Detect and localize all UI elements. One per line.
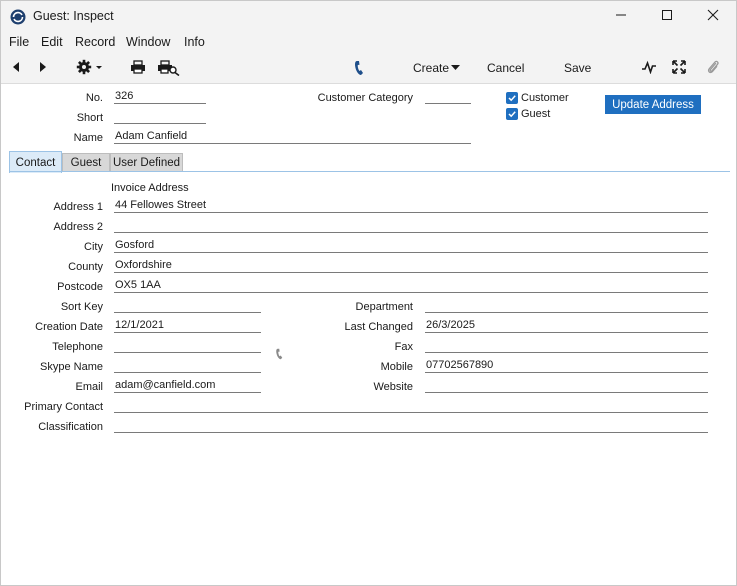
- menu-record[interactable]: Record: [75, 35, 115, 49]
- website-label: Website: [373, 381, 413, 393]
- address2-label: Address 2: [53, 221, 103, 233]
- no-field[interactable]: 326: [114, 90, 206, 104]
- toolbar: Create Cancel Save: [1, 52, 736, 84]
- chevron-down-icon[interactable]: [450, 64, 460, 70]
- postcode-field[interactable]: OX5 1AA: [114, 279, 708, 293]
- guest-checkbox-label: Guest: [521, 108, 551, 120]
- name-field[interactable]: Adam Canfield: [114, 130, 471, 144]
- update-address-button[interactable]: Update Address: [605, 95, 701, 114]
- invoice-address-heading: Invoice Address: [111, 182, 189, 194]
- menu-bar: File Edit Record Window Info: [1, 32, 736, 52]
- sort-key-label: Sort Key: [60, 301, 103, 313]
- county-field[interactable]: Oxfordshire: [114, 259, 708, 273]
- maximize-icon: [661, 9, 673, 24]
- tab-contact[interactable]: Contact: [9, 151, 62, 173]
- create-button[interactable]: Create: [413, 61, 449, 75]
- checkmark-icon: [508, 95, 516, 102]
- address2-field[interactable]: [114, 219, 708, 233]
- city-field[interactable]: Gosford: [114, 239, 708, 253]
- close-button[interactable]: [690, 1, 736, 32]
- minimize-icon: [615, 9, 627, 24]
- tab-guest[interactable]: Guest: [62, 153, 110, 172]
- customer-category-field[interactable]: [425, 90, 471, 104]
- short-field[interactable]: [114, 110, 206, 124]
- primary-contact-field[interactable]: [114, 399, 708, 413]
- maximize-button[interactable]: [644, 1, 690, 32]
- department-label: Department: [355, 301, 413, 313]
- app-window: Guest: Inspect File Edit Record Window I…: [0, 0, 737, 586]
- address1-field[interactable]: 44 Fellowes Street: [114, 199, 708, 213]
- activity-icon[interactable]: [642, 60, 656, 74]
- checkmark-icon: [508, 111, 516, 118]
- paperclip-icon[interactable]: [706, 59, 720, 75]
- address1-label: Address 1: [53, 201, 103, 213]
- email-label: Email: [75, 381, 103, 393]
- menu-info[interactable]: Info: [184, 35, 205, 49]
- window-title: Guest: Inspect: [33, 9, 114, 23]
- menu-edit[interactable]: Edit: [41, 35, 63, 49]
- app-logo-icon: [10, 9, 26, 25]
- primary-contact-label: Primary Contact: [24, 401, 103, 413]
- fax-field[interactable]: [425, 339, 708, 353]
- county-label: County: [68, 261, 103, 273]
- phone-icon[interactable]: [353, 59, 367, 76]
- menu-window[interactable]: Window: [126, 35, 170, 49]
- sort-key-field[interactable]: [114, 299, 261, 313]
- name-label: Name: [73, 132, 103, 144]
- creation-date-field[interactable]: 12/1/2021: [114, 319, 261, 333]
- phone-icon[interactable]: [274, 347, 286, 360]
- save-button[interactable]: Save: [564, 61, 591, 75]
- customer-checkbox-label: Customer: [521, 92, 569, 104]
- telephone-field[interactable]: [114, 339, 261, 353]
- close-icon: [707, 9, 719, 24]
- creation-date-label: Creation Date: [35, 321, 103, 333]
- gear-icon[interactable]: [76, 59, 106, 75]
- city-label: City: [84, 241, 103, 253]
- email-field[interactable]: adam@canfield.com: [114, 379, 261, 393]
- expand-icon[interactable]: [672, 60, 686, 74]
- postcode-label: Postcode: [57, 281, 103, 293]
- short-label: Short: [76, 112, 103, 124]
- department-field[interactable]: [425, 299, 708, 313]
- printer-icon[interactable]: [130, 60, 146, 74]
- telephone-label: Telephone: [52, 341, 103, 353]
- customer-checkbox[interactable]: [506, 92, 518, 104]
- skype-name-label: Skype Name: [40, 361, 103, 373]
- arrow-right-icon[interactable]: [37, 60, 49, 74]
- guest-checkbox[interactable]: [506, 108, 518, 120]
- no-label: No.: [85, 92, 103, 104]
- cancel-button[interactable]: Cancel: [487, 61, 524, 75]
- tab-user-defined[interactable]: User Defined: [110, 153, 183, 172]
- minimize-button[interactable]: [598, 1, 644, 32]
- classification-field[interactable]: [114, 419, 708, 433]
- mobile-field[interactable]: 07702567890: [425, 359, 708, 373]
- mobile-label: Mobile: [380, 361, 413, 373]
- customer-category-label: Customer Category: [317, 92, 413, 104]
- title-bar: Guest: Inspect: [1, 1, 736, 32]
- skype-name-field[interactable]: [114, 359, 261, 373]
- tab-divider: [9, 171, 730, 172]
- website-field[interactable]: [425, 379, 708, 393]
- last-changed-label: Last Changed: [344, 321, 414, 333]
- fax-label: Fax: [394, 341, 413, 353]
- menu-file[interactable]: File: [9, 35, 29, 49]
- print-preview-icon[interactable]: [158, 60, 180, 76]
- classification-label: Classification: [38, 421, 103, 433]
- last-changed-field[interactable]: 26/3/2025: [425, 319, 708, 333]
- arrow-left-icon[interactable]: [10, 60, 22, 74]
